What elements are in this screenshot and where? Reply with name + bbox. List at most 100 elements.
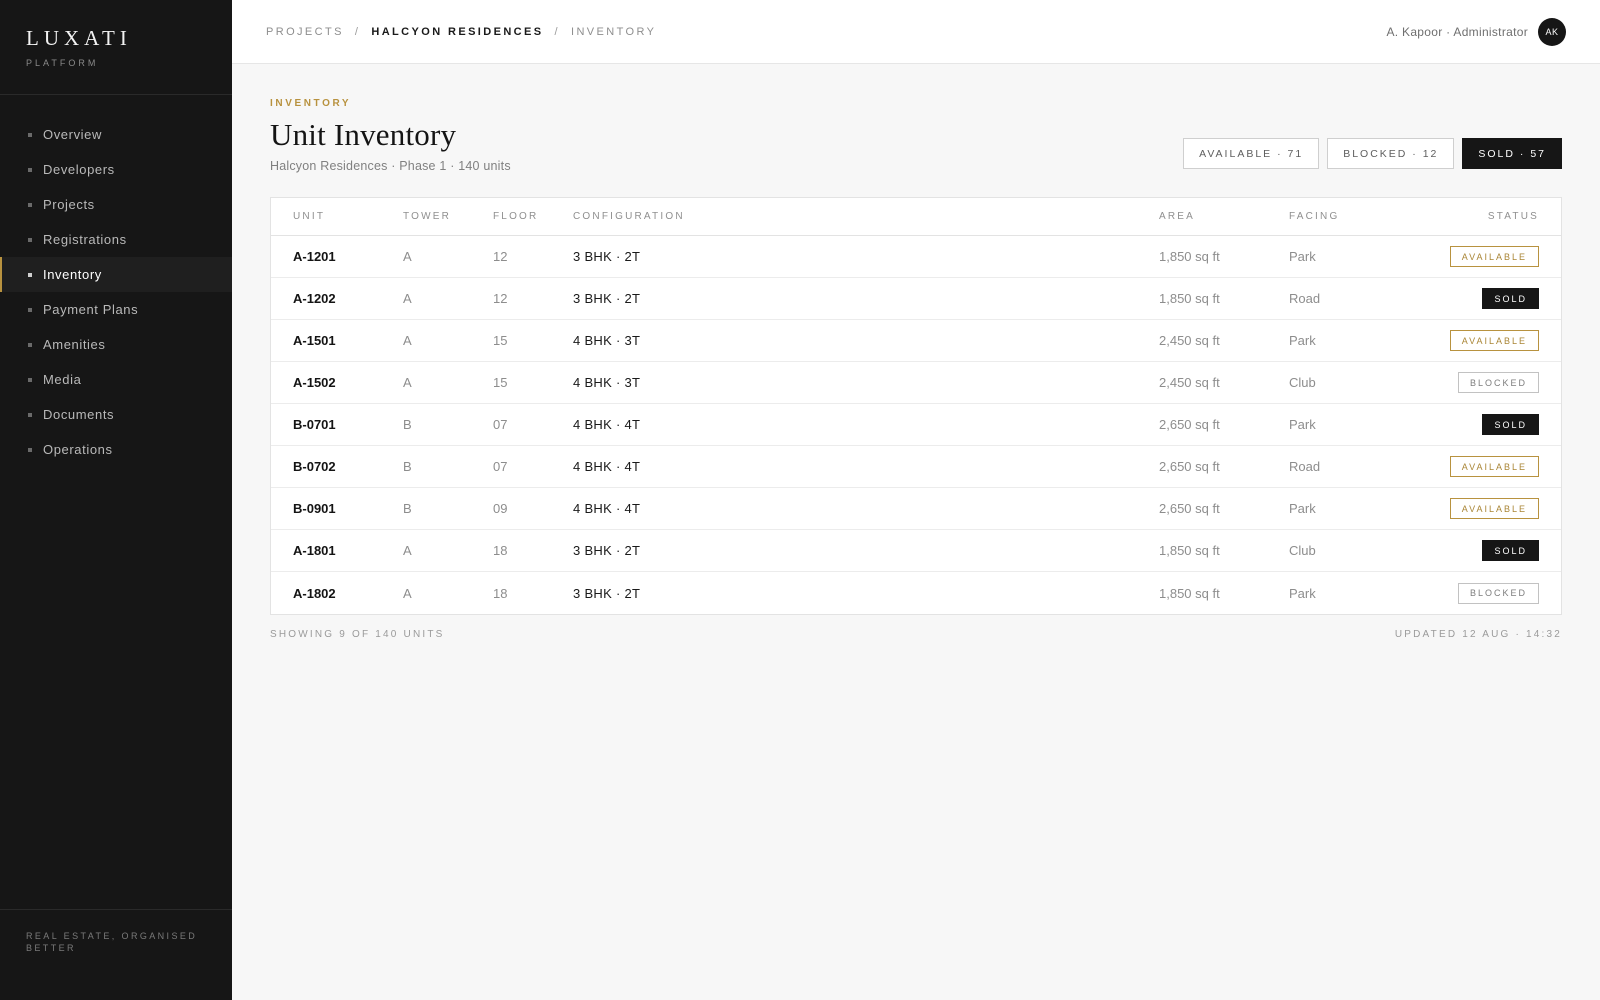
cell-status: AVAILABLE xyxy=(1419,246,1539,267)
filter-sold-button[interactable]: SOLD · 57 xyxy=(1462,138,1562,169)
cell-area: 2,650 sq ft xyxy=(1159,459,1220,474)
updated-timestamp: UPDATED 12 AUG · 14:32 xyxy=(1394,629,1562,640)
cell-tower: B xyxy=(403,501,412,516)
status-filters: AVAILABLE · 71 BLOCKED · 12 SOLD · 57 xyxy=(1183,138,1562,169)
cell-floor: 07 xyxy=(493,459,508,474)
cell-facing: Park xyxy=(1289,501,1316,516)
table-row[interactable]: B-0702 B 07 4 BHK · 4T 2,650 sq ft Road … xyxy=(271,446,1561,488)
cell-unit: A-1202 xyxy=(293,291,336,306)
sidebar-item-documents[interactable]: Documents xyxy=(0,397,232,432)
sidebar-item-inventory[interactable]: Inventory xyxy=(0,257,232,292)
table-row[interactable]: B-0901 B 09 4 BHK · 4T 2,650 sq ft Park … xyxy=(271,488,1561,530)
section-eyebrow: INVENTORY xyxy=(270,98,352,109)
cell-status: BLOCKED xyxy=(1419,372,1539,393)
column-header-area[interactable]: AREA xyxy=(1159,211,1289,222)
status-badge: SOLD xyxy=(1482,540,1539,561)
page-title: Unit Inventory xyxy=(270,117,457,152)
cell-configuration: 4 BHK · 4T xyxy=(573,417,641,432)
cell-tower: A xyxy=(403,543,412,558)
cell-unit: A-1801 xyxy=(293,543,336,558)
cell-configuration: 4 BHK · 3T xyxy=(573,375,641,390)
filter-available-button[interactable]: AVAILABLE · 71 xyxy=(1183,138,1320,169)
cell-configuration: 4 BHK · 4T xyxy=(573,459,641,474)
sidebar-item-label: Documents xyxy=(43,407,115,422)
breadcrumb: PROJECTS / HALCYON RESIDENCES / INVENTOR… xyxy=(266,26,656,38)
status-badge: AVAILABLE xyxy=(1449,456,1539,477)
sidebar-item-media[interactable]: Media xyxy=(0,362,232,397)
cell-tower: A xyxy=(403,333,412,348)
bullet-icon xyxy=(28,202,32,207)
cell-floor: 15 xyxy=(493,333,508,348)
sidebar-item-label: Overview xyxy=(43,127,102,142)
cell-facing: Park xyxy=(1289,585,1316,601)
column-header-facing[interactable]: FACING xyxy=(1289,211,1419,222)
cell-floor: 09 xyxy=(493,501,508,516)
cell-area: 2,450 sq ft xyxy=(1159,375,1220,390)
column-header-configuration[interactable]: CONFIGURATION xyxy=(573,211,1159,222)
table-row[interactable]: A-1802 A 18 3 BHK · 2T 1,850 sq ft Park … xyxy=(271,572,1561,614)
sidebar-item-amenities[interactable]: Amenities xyxy=(0,327,232,362)
cell-configuration: 3 BHK · 2T xyxy=(573,543,641,558)
table-row[interactable]: A-1801 A 18 3 BHK · 2T 1,850 sq ft Club … xyxy=(271,530,1561,572)
column-header-floor[interactable]: FLOOR xyxy=(493,211,573,222)
table-header: UNIT TOWER FLOOR CONFIGURATION AREA FACI… xyxy=(271,198,1561,236)
breadcrumb-halcyon-residences[interactable]: HALCYON RESIDENCES xyxy=(371,26,543,38)
brand[interactable]: LUXATI PLATFORM xyxy=(0,0,232,95)
topbar: PROJECTS / HALCYON RESIDENCES / INVENTOR… xyxy=(232,0,1600,64)
cell-configuration: 3 BHK · 2T xyxy=(573,291,641,306)
bullet-icon xyxy=(28,342,32,347)
table-row[interactable]: A-1201 A 12 3 BHK · 2T 1,850 sq ft Park … xyxy=(271,236,1561,278)
cell-configuration: 3 BHK · 2T xyxy=(573,249,641,264)
filter-blocked-button[interactable]: BLOCKED · 12 xyxy=(1327,138,1455,169)
cell-unit: B-0702 xyxy=(293,459,336,474)
sidebar-item-label: Developers xyxy=(43,162,115,177)
user-menu[interactable]: A. Kapoor · Administrator AK xyxy=(1386,17,1566,46)
cell-configuration: 4 BHK · 4T xyxy=(573,501,641,516)
sidebar-item-label: Media xyxy=(43,372,82,387)
status-badge: BLOCKED xyxy=(1457,582,1539,604)
column-header-status[interactable]: STATUS xyxy=(1419,211,1539,222)
status-badge: AVAILABLE xyxy=(1449,498,1539,519)
cell-tower: B xyxy=(403,459,412,474)
bullet-icon xyxy=(28,307,32,312)
cell-floor: 15 xyxy=(493,375,508,390)
cell-tower: A xyxy=(403,249,412,264)
cell-facing: Park xyxy=(1289,417,1316,432)
sidebar-item-projects[interactable]: Projects xyxy=(0,187,232,222)
cell-facing: Club xyxy=(1289,375,1316,390)
status-badge: SOLD xyxy=(1482,414,1539,435)
cell-area: 2,650 sq ft xyxy=(1159,501,1220,516)
bullet-icon xyxy=(28,237,32,242)
inventory-table: UNIT TOWER FLOOR CONFIGURATION AREA FACI… xyxy=(270,197,1562,615)
breadcrumb-projects[interactable]: PROJECTS xyxy=(266,26,344,38)
table-row[interactable]: A-1501 A 15 4 BHK · 3T 2,450 sq ft Park … xyxy=(271,320,1561,362)
sidebar-item-label: Amenities xyxy=(43,337,106,352)
cell-floor: 18 xyxy=(493,543,508,558)
sidebar-item-overview[interactable]: Overview xyxy=(0,117,232,152)
cell-floor: 07 xyxy=(493,417,508,432)
bullet-icon xyxy=(28,377,32,382)
column-header-unit[interactable]: UNIT xyxy=(293,211,403,222)
sidebar-item-operations[interactable]: Operations xyxy=(0,432,232,467)
bullet-icon xyxy=(28,412,32,417)
bullet-icon xyxy=(28,447,32,452)
cell-area: 2,650 sq ft xyxy=(1159,417,1220,432)
showing-count: SHOWING 9 OF 140 UNITS xyxy=(270,629,445,640)
brand-logo: LUXATI xyxy=(26,26,132,50)
sidebar-item-label: Registrations xyxy=(43,232,127,247)
sidebar-item-payment-plans[interactable]: Payment Plans xyxy=(0,292,232,327)
brand-subtitle: PLATFORM xyxy=(26,58,99,68)
title-block: Unit Inventory Halcyon Residences · Phas… xyxy=(270,117,511,173)
table-row[interactable]: A-1502 A 15 4 BHK · 3T 2,450 sq ft Club … xyxy=(271,362,1561,404)
column-header-tower[interactable]: TOWER xyxy=(403,211,493,222)
table-row[interactable]: A-1202 A 12 3 BHK · 2T 1,850 sq ft Road … xyxy=(271,278,1561,320)
sidebar-tagline: REAL ESTATE, ORGANISED BETTER xyxy=(0,909,232,1000)
cell-tower: A xyxy=(403,375,412,390)
status-badge: AVAILABLE xyxy=(1449,246,1539,267)
table-row[interactable]: B-0701 B 07 4 BHK · 4T 2,650 sq ft Park … xyxy=(271,404,1561,446)
sidebar-item-registrations[interactable]: Registrations xyxy=(0,222,232,257)
avatar[interactable]: AK xyxy=(1538,17,1566,46)
cell-area: 1,850 sq ft xyxy=(1159,585,1220,601)
sidebar-item-developers[interactable]: Developers xyxy=(0,152,232,187)
cell-tower: A xyxy=(403,291,412,306)
